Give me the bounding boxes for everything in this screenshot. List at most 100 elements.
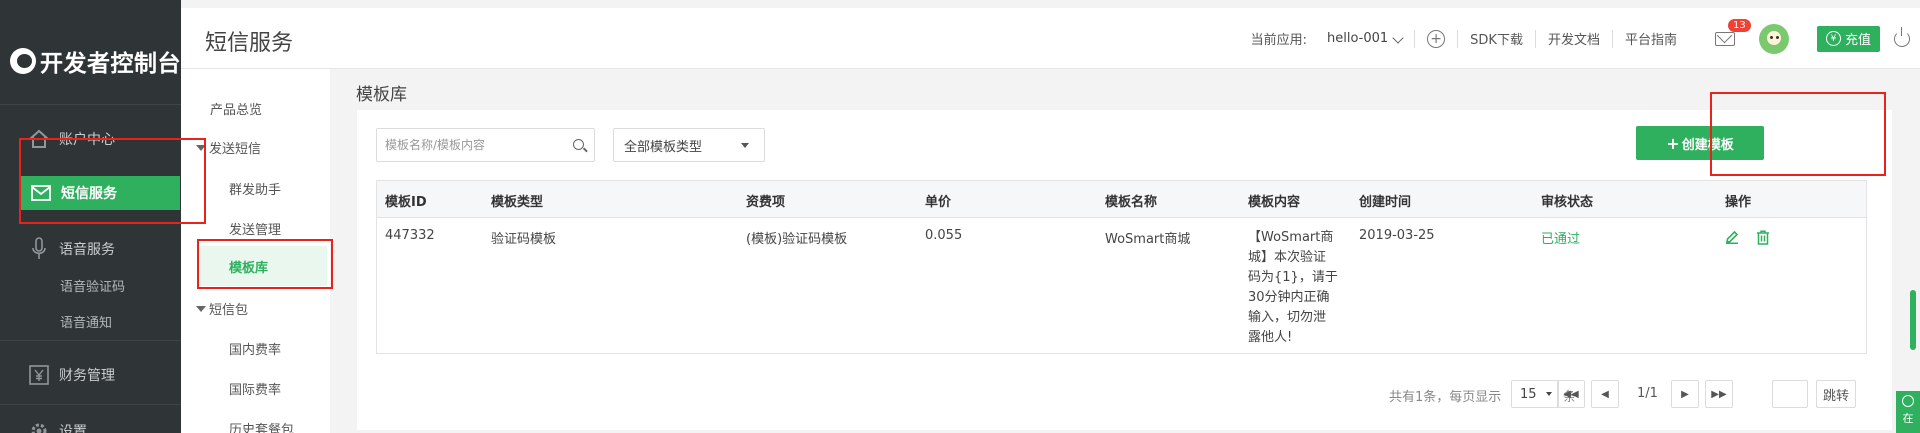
column-header: 模板内容: [1248, 195, 1301, 210]
column-header: 资费项: [746, 195, 786, 210]
user-avatar-button[interactable]: [1747, 23, 1801, 54]
plus-circle-icon: +: [1427, 29, 1446, 48]
divider: [0, 404, 181, 405]
cell-template-type: 验证码模板: [491, 232, 557, 247]
logout-power-icon[interactable]: [1894, 26, 1910, 47]
gear-icon: [28, 420, 50, 433]
column-header: 单价: [925, 195, 952, 210]
menu-item-intl-rate[interactable]: 国际费率: [229, 379, 281, 398]
template-card: 全部模板类型 + 创建模板 模板ID 模板类型 资费项 单价 模板名称 模板内容…: [357, 110, 1892, 430]
dev-docs-link[interactable]: 开发文档: [1536, 29, 1612, 49]
content-line: 城】本次验证: [1248, 250, 1327, 265]
menu-group-label: 短信包: [209, 303, 249, 318]
sidebar-item-finance[interactable]: 财务管理: [0, 358, 181, 392]
messages-button[interactable]: 13: [1703, 18, 1751, 49]
highlight-box-template-library: [197, 239, 333, 289]
menu-item-domestic-rate[interactable]: 国内费率: [229, 339, 281, 358]
recharge-label: 充值: [1844, 33, 1871, 48]
headset-icon: [1902, 395, 1914, 407]
status-badge: 已通过: [1541, 232, 1581, 247]
column-header: 模板类型: [491, 195, 544, 210]
caret-down-icon: [741, 143, 749, 148]
section-title: 模板库: [356, 85, 407, 105]
logo: 开发者控制台: [10, 44, 181, 78]
jump-button[interactable]: 跳转: [1816, 380, 1856, 408]
sidebar-subitem-voice-code[interactable]: 语音验证码: [60, 276, 125, 295]
search-box: [376, 128, 595, 162]
caret-down-icon: [1546, 392, 1552, 396]
column-header: 模板ID: [385, 195, 427, 210]
left-icon: ◀: [1601, 388, 1609, 400]
cell-template-name: WoSmart商城: [1105, 232, 1191, 247]
microphone-icon: [28, 237, 50, 260]
sidebar-item-settings[interactable]: 设置: [0, 414, 181, 433]
last-page-button[interactable]: ▶▶: [1705, 380, 1733, 408]
plus-icon: +: [1666, 133, 1680, 153]
column-header: 创建时间: [1359, 195, 1412, 210]
developer-console: 开发者控制台 账户中心 短信服务 语音服务 语音验证码 语音通知 财务管理 设置…: [0, 0, 1920, 433]
select-value: 全部模板类型: [624, 139, 703, 155]
sidebar-item-label: 语音服务: [59, 242, 115, 258]
scrollbar-thumb[interactable]: [1910, 290, 1916, 350]
table-header: 模板ID 模板类型 资费项 单价 模板名称 模板内容 创建时间 审核状态 操作: [377, 181, 1866, 218]
trash-icon[interactable]: [1756, 230, 1770, 245]
sdk-download-link[interactable]: SDK下载: [1458, 29, 1535, 49]
sidebar-subitem-voice-notice[interactable]: 语音通知: [60, 312, 112, 331]
page-size-value: 15: [1520, 386, 1537, 402]
recharge-wrapper: ¥ 充值: [1801, 25, 1880, 52]
online-service-tab[interactable]: 在: [1896, 391, 1920, 433]
pagination-total: 共有1条，每页显示: [1389, 390, 1502, 405]
column-header: 模板名称: [1105, 195, 1158, 210]
chevron-down-icon: [1392, 32, 1404, 44]
double-right-icon: ▶▶: [1711, 388, 1727, 400]
double-left-icon: ◀◀: [1563, 388, 1579, 400]
menu-group-label: 发送短信: [209, 142, 262, 157]
sidebar-item-voice[interactable]: 语音服务: [0, 232, 181, 266]
column-header: 审核状态: [1541, 195, 1594, 210]
recharge-button[interactable]: ¥ 充值: [1816, 25, 1880, 52]
template-type-select[interactable]: 全部模板类型: [613, 128, 765, 162]
next-page-button[interactable]: ▶: [1671, 380, 1699, 408]
first-page-button[interactable]: ◀◀: [1557, 380, 1585, 408]
pagination: 共有1条，每页显示 15 条 ◀◀ ◀ 1/1 ▶ ▶▶ 跳转: [357, 376, 1892, 410]
menu-group-sms-package[interactable]: 短信包: [196, 299, 248, 318]
menu-item-history-package[interactable]: 历史套餐包: [229, 419, 294, 433]
content-line: 输入，切勿泄: [1248, 310, 1327, 325]
avatar: [1758, 23, 1789, 54]
cell-unit-price: 0.055: [925, 228, 963, 243]
search-icon[interactable]: [573, 139, 584, 150]
page-indicator: 1/1: [1637, 386, 1658, 401]
logo-text: 开发者控制台: [40, 51, 181, 77]
platform-guide-link[interactable]: 平台指南: [1613, 29, 1689, 49]
content-line: 码为{1}，请于: [1248, 270, 1338, 285]
top-header: 短信服务 当前应用: hello-001 + SDK下载 开发文档 平台指南 1…: [181, 8, 1920, 69]
app-switcher[interactable]: hello-001: [1326, 31, 1404, 46]
divider: [0, 104, 181, 105]
search-input[interactable]: [377, 129, 557, 161]
yen-icon: [28, 364, 50, 386]
highlight-box-create-template: [1710, 92, 1886, 176]
sidebar-item-label: 设置: [59, 424, 87, 433]
jump-page-input[interactable]: [1772, 380, 1808, 408]
menu-item-bulk-send[interactable]: 群发助手: [229, 179, 281, 198]
divider: [0, 340, 181, 341]
add-app-button[interactable]: +: [1415, 29, 1457, 49]
cell-fee-item: (模板)验证码模板: [746, 232, 848, 247]
edit-icon[interactable]: [1725, 230, 1739, 245]
page-size-select[interactable]: 15: [1511, 380, 1559, 408]
current-app-value: hello-001: [1326, 31, 1389, 46]
message-count-badge: 13: [1727, 18, 1751, 32]
prev-page-button[interactable]: ◀: [1591, 380, 1619, 408]
menu-item-overview[interactable]: 产品总览: [210, 99, 262, 118]
content-line: 【WoSmart商: [1248, 230, 1334, 245]
cell-template-id: 447332: [385, 228, 435, 243]
cell-template-content: 【WoSmart商 城】本次验证 码为{1}，请于 30分钟内正确 输入，切勿泄…: [1248, 228, 1340, 348]
yen-coin-icon: ¥: [1825, 31, 1841, 46]
header-actions: 当前应用: hello-001 + SDK下载 开发文档 平台指南 13 ¥ 充…: [1239, 8, 1920, 69]
template-table: 模板ID 模板类型 资费项 单价 模板名称 模板内容 创建时间 审核状态 操作 …: [376, 180, 1867, 354]
column-header: 操作: [1725, 195, 1752, 210]
content-line: 露他人!: [1248, 330, 1293, 345]
menu-item-send-manage[interactable]: 发送管理: [229, 219, 281, 238]
page-title: 短信服务: [205, 31, 294, 56]
sidebar-item-label: 财务管理: [59, 368, 115, 384]
